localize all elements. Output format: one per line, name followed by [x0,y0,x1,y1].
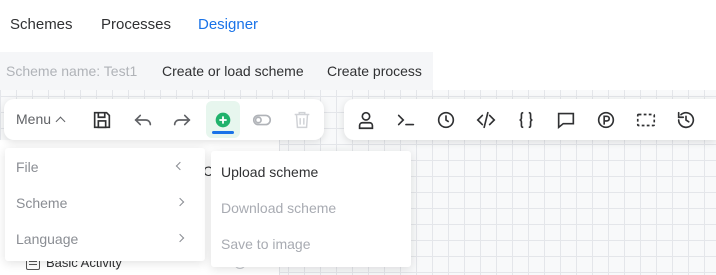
selection-icon[interactable] [633,107,659,133]
clock-icon[interactable] [433,107,459,133]
tab-processes[interactable]: Processes [101,16,171,33]
chevron-right-icon [175,197,185,207]
braces-icon[interactable] [513,107,539,133]
menu-item-file[interactable]: File [16,159,39,175]
chevron-right-icon [175,233,185,243]
parameter-icon[interactable] [593,107,619,133]
upload-scheme-item[interactable]: Upload scheme [221,164,318,180]
create-or-load-scheme-button[interactable]: Create or load scheme [162,63,304,79]
create-process-button[interactable]: Create process [327,63,422,79]
download-scheme-item[interactable]: Download scheme [221,200,336,216]
comment-icon[interactable] [553,107,579,133]
toggle-icon[interactable] [249,107,275,133]
redo-icon[interactable] [169,107,195,133]
menu-button[interactable]: Menu [16,111,66,127]
element-toolbar [344,99,716,140]
tab-designer[interactable]: Designer [198,16,258,33]
chevron-up-icon [55,116,66,126]
person-icon[interactable] [353,107,379,133]
scheme-name-input[interactable]: Scheme name: Test1 [0,52,148,90]
code-icon[interactable] [473,107,499,133]
terminal-icon[interactable] [393,107,419,133]
menu-dropdown: File Scheme Language [5,148,205,261]
menu-label: Menu [16,111,52,127]
main-toolbar: Menu [4,99,324,140]
add-icon[interactable] [210,107,236,133]
scheme-bar-filler [433,52,716,90]
scheme-bar: Scheme name: Test1 Create or load scheme… [0,52,716,90]
top-nav: Schemes Processes Designer [0,0,716,52]
menu-item-language[interactable]: Language [16,231,78,247]
undo-icon[interactable] [130,107,156,133]
menu-item-scheme[interactable]: Scheme [16,195,67,211]
tab-schemes[interactable]: Schemes [10,16,73,33]
chevron-left-icon [175,161,185,171]
save-to-image-item[interactable]: Save to image [221,236,311,252]
save-icon[interactable] [89,107,115,133]
file-submenu: Upload scheme Download scheme Save to im… [211,151,411,267]
history-icon[interactable] [673,107,699,133]
trash-icon[interactable] [289,107,315,133]
